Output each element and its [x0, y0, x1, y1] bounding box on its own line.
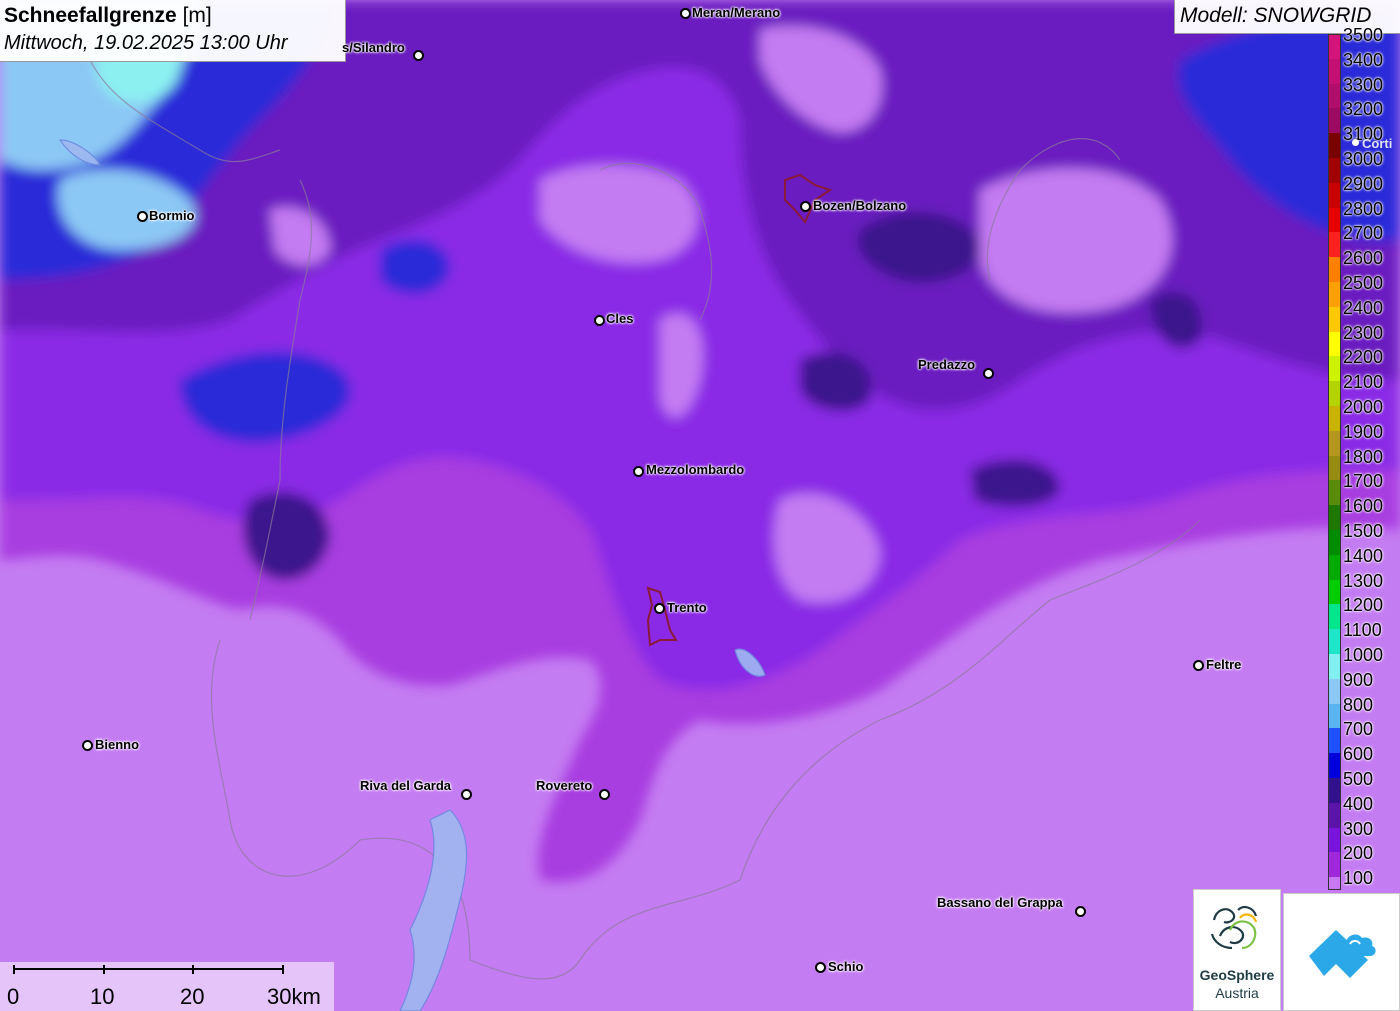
geosphere-emblem-icon: [1210, 906, 1258, 950]
scale-label-10: 10: [90, 984, 115, 1009]
scale-bar: 0 10 20 30km: [0, 962, 334, 1011]
legend-row: 300: [1328, 816, 1400, 853]
color-legend: 3500 3400 3300 3200 3100 3000 2900 2800 2700 2600…: [1328, 25, 1400, 902]
app-logo[interactable]: [1283, 893, 1400, 1011]
legend-label: 200: [1343, 843, 1374, 864]
legend-row: 3400: [1328, 47, 1400, 84]
legend-label: 2200: [1343, 347, 1384, 368]
legend-row: 2600: [1328, 245, 1400, 282]
legend-row: 3200: [1328, 96, 1400, 134]
legend-row: 1600: [1328, 493, 1400, 530]
legend-row: 1200: [1328, 592, 1400, 630]
legend-row: 2800: [1328, 196, 1400, 233]
legend-label: 300: [1343, 818, 1374, 839]
legend-row: 1800: [1328, 444, 1400, 481]
legend-row: 2300: [1328, 320, 1400, 357]
legend-row: 2200: [1328, 344, 1400, 382]
house-cloud-icon: [1309, 930, 1376, 978]
legend-label: 1000: [1343, 645, 1384, 665]
legend-row: 200: [1328, 840, 1400, 878]
legend-label: 2100: [1343, 372, 1384, 393]
legend-label: 3200: [1343, 99, 1384, 120]
geosphere-logo[interactable]: GeoSphere Austria: [1193, 889, 1281, 1011]
legend-label: 1500: [1343, 521, 1384, 541]
legend-label: 1400: [1343, 545, 1384, 566]
legend-row: 700: [1328, 716, 1400, 754]
map-title: Schneefallgrenze [m]: [4, 4, 212, 27]
legend-row: 1300: [1328, 568, 1400, 605]
legend-row: 1000: [1328, 642, 1400, 679]
legend-row: 100: [1328, 865, 1400, 902]
legend-row: 2400: [1328, 295, 1400, 332]
legend-label: 1900: [1343, 421, 1384, 442]
legend-label: 3400: [1343, 49, 1384, 70]
legend-label: 2600: [1343, 248, 1384, 269]
legend-label: 1700: [1343, 471, 1384, 492]
legend-row: 1900: [1328, 419, 1400, 456]
legend-label: 3500: [1343, 25, 1384, 45]
legend-row: 1700: [1328, 468, 1400, 506]
legend-row: 1100: [1328, 617, 1400, 654]
legend-label: 900: [1343, 669, 1374, 690]
legend-row: 1400: [1328, 543, 1400, 580]
legend-label: 2900: [1343, 173, 1384, 194]
legend-label: 2400: [1343, 297, 1384, 318]
legend-row: 2500: [1328, 270, 1400, 307]
legend-row: 400: [1328, 791, 1400, 828]
scale-label-20: 20: [180, 984, 205, 1009]
legend-label: 1200: [1343, 595, 1384, 616]
legend-label: 400: [1343, 793, 1374, 814]
legend-label: 1800: [1343, 446, 1384, 467]
map-title-box: Schneefallgrenze [m] Mittwoch, 19.02.202…: [0, 0, 346, 62]
legend-row: 800: [1328, 692, 1400, 729]
legend-label: 800: [1343, 694, 1374, 715]
legend-label: 3300: [1343, 74, 1384, 95]
legend-label: 1300: [1343, 570, 1384, 591]
map-datetime: Mittwoch, 19.02.2025 13:00 Uhr: [4, 32, 288, 54]
legend-row: 3500: [1328, 22, 1400, 59]
legend-row: 2100: [1328, 369, 1400, 406]
legend-label: 2000: [1343, 397, 1384, 417]
scale-label-30km: 30km: [267, 984, 321, 1009]
legend-label: 2300: [1343, 322, 1384, 343]
legend-label: 500: [1343, 769, 1374, 789]
legend-row: 1500: [1328, 518, 1400, 555]
legend-row: 900: [1328, 667, 1400, 704]
scale-label-0: 0: [7, 984, 20, 1009]
legend-label: 700: [1343, 719, 1374, 740]
legend-row: 2000: [1328, 394, 1400, 431]
legend-row: 2700: [1328, 220, 1400, 258]
legend-row: 500: [1328, 766, 1400, 803]
legend-label: 2500: [1343, 273, 1384, 293]
legend-row: 2900: [1328, 171, 1400, 208]
legend-label: 2800: [1343, 198, 1384, 219]
legend-label: 2700: [1343, 223, 1384, 244]
legend-label: 1100: [1343, 620, 1382, 641]
legend-label: 1600: [1343, 496, 1384, 517]
legend-label: 600: [1343, 744, 1374, 765]
legend-row: 3300: [1328, 72, 1400, 109]
snowfall-line-map[interactable]: [0, 0, 1400, 1011]
legend-row: 600: [1328, 741, 1400, 778]
legend-label: 3000: [1343, 149, 1384, 169]
legend-label: 100: [1343, 868, 1374, 889]
